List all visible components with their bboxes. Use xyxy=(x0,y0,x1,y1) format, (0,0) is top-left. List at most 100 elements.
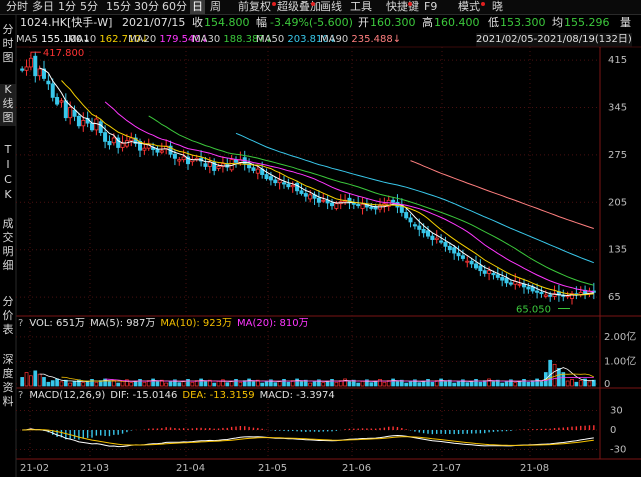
candle-body xyxy=(447,245,452,251)
candle-body xyxy=(55,96,60,105)
indicator-value: VOL: 651万 xyxy=(29,318,86,329)
volume-bar xyxy=(120,381,125,387)
candle-body xyxy=(90,122,95,131)
candle-body xyxy=(20,68,25,71)
volume-bar xyxy=(378,379,382,387)
candle-body xyxy=(539,291,544,295)
volume-bar xyxy=(107,381,112,387)
volume-bar xyxy=(282,379,286,387)
volume-bar xyxy=(382,381,387,387)
candle-body xyxy=(469,260,474,265)
volume-bar xyxy=(238,381,243,387)
volume-bar xyxy=(59,381,64,387)
time-tick-label: 21-05 xyxy=(258,463,287,474)
candle-body xyxy=(290,184,295,188)
volume-bar xyxy=(513,382,518,387)
volume-bar xyxy=(430,381,435,387)
candle-body xyxy=(81,120,86,127)
candle-body xyxy=(76,115,81,127)
volume-bar xyxy=(24,372,29,387)
candle-body xyxy=(404,212,409,219)
candle-body xyxy=(465,260,470,263)
volume-bar xyxy=(55,378,59,387)
volume-bar xyxy=(190,381,195,387)
volume-bar xyxy=(46,381,51,387)
candle-body xyxy=(482,270,487,274)
time-tick-label: 21-04 xyxy=(176,463,205,474)
candle-body xyxy=(425,230,430,237)
price-tick-label: 135 xyxy=(608,245,627,256)
time-tick-label: 21-02 xyxy=(20,463,49,474)
volume-bar xyxy=(37,373,42,387)
volume-bar xyxy=(116,382,121,387)
macd-tick-label: 30 xyxy=(610,406,623,417)
candle-body xyxy=(495,274,500,278)
time-tick-label: 21-06 xyxy=(342,463,371,474)
volume-bar xyxy=(33,370,38,387)
volume-bar xyxy=(565,380,570,387)
candle-body xyxy=(395,201,400,208)
volume-bar xyxy=(465,382,470,387)
indicator-value: MA(10): 923万 xyxy=(160,318,232,329)
volume-bar xyxy=(72,381,77,387)
volume-bar xyxy=(251,381,256,387)
volume-bar xyxy=(286,381,291,387)
volume-bar xyxy=(369,382,374,387)
candle-body xyxy=(207,161,212,167)
volume-bar xyxy=(138,379,142,387)
candle-body xyxy=(28,57,33,68)
volume-bar xyxy=(452,382,457,387)
time-tick-label: 21-08 xyxy=(520,463,549,474)
candle-body xyxy=(548,294,553,297)
volume-bar xyxy=(68,382,73,387)
candle-body xyxy=(103,132,108,142)
candle-body xyxy=(286,183,291,188)
stock-chart[interactable]: 415 345 275 205 135 65 21-02 21-03 21-04 21-05 21-… xyxy=(0,0,641,477)
volume-bar xyxy=(587,381,592,387)
volume-bar xyxy=(347,381,352,387)
candle-body xyxy=(203,163,208,167)
ma30-line xyxy=(148,115,594,286)
help-icon[interactable]: ? xyxy=(18,390,23,401)
candle-body xyxy=(535,290,540,293)
candle-body xyxy=(251,167,256,171)
candle-body xyxy=(321,199,326,202)
volume-bar xyxy=(330,379,334,387)
candle-body xyxy=(181,156,186,161)
candle-body xyxy=(273,179,278,184)
candle-body xyxy=(216,166,221,169)
candle-body xyxy=(500,277,505,281)
volume-header: ? VOL: 651万 MA(5): 987万 MA(10): 923万 MA(20):… xyxy=(18,318,314,330)
volume-bar xyxy=(264,381,269,387)
candle-body xyxy=(417,225,422,230)
volume-bar xyxy=(491,381,496,387)
candle-body xyxy=(68,107,73,119)
candle-body xyxy=(526,286,531,290)
candle-body xyxy=(434,237,439,240)
candle-body xyxy=(111,137,116,144)
candle-body xyxy=(72,109,77,117)
volume-bar xyxy=(552,363,557,387)
volume-bar xyxy=(234,379,238,387)
help-icon[interactable]: ? xyxy=(18,318,23,329)
candle-body xyxy=(356,203,361,207)
volume-bar xyxy=(155,381,160,387)
volume-bar xyxy=(168,381,173,387)
candle-body xyxy=(316,197,321,203)
volume-bar xyxy=(539,381,544,387)
volume-bar xyxy=(81,382,86,387)
volume-bar xyxy=(177,382,182,387)
indicator-value: MA(5): 987万 xyxy=(90,318,156,329)
indicator-value: DIF: -15.0146 xyxy=(110,390,178,401)
candle-body xyxy=(255,168,260,174)
volume-tick-label: 0 xyxy=(604,379,610,390)
volume-bar xyxy=(203,381,208,387)
candle-body xyxy=(504,277,509,284)
candle-body xyxy=(391,199,396,203)
candle-body xyxy=(277,179,282,184)
volume-bar xyxy=(216,381,221,387)
candle-body xyxy=(24,66,29,71)
candle-body xyxy=(439,240,444,243)
macd-header: ? MACD(12,26,9) DIF: -15.0146 DEA: -13.3159… xyxy=(18,390,340,402)
volume-bar xyxy=(360,381,365,387)
